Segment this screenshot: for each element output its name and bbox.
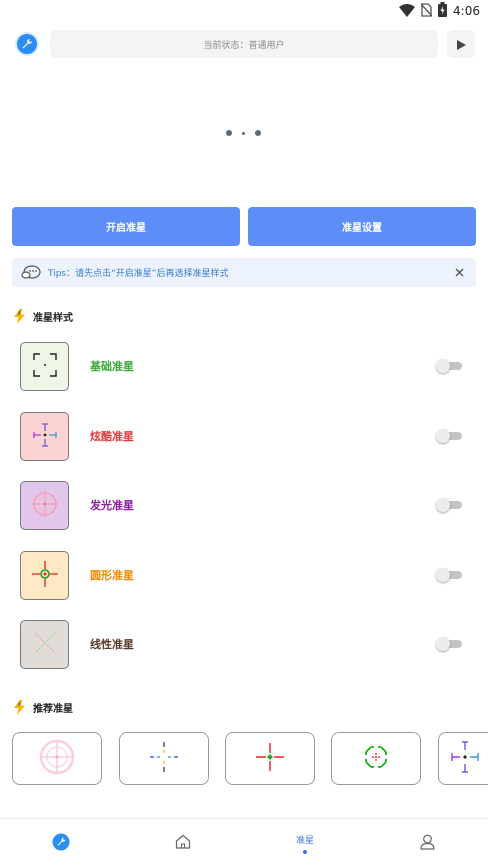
linear-crosshair-thumbnail <box>20 620 69 669</box>
chat-bubble-icon <box>20 264 42 282</box>
play-icon <box>456 35 466 54</box>
nav-crosshair-label: 准星 <box>295 836 314 846</box>
carousel-dot[interactable] <box>226 130 232 136</box>
glow-crosshair-thumbnail <box>20 481 69 530</box>
linear-crosshair-label: 线性准星 <box>90 638 134 651</box>
carousel-indicator <box>226 130 261 136</box>
open-crosshair-button[interactable]: 开启准星 <box>12 207 240 246</box>
list-item-basic-crosshair[interactable]: 基础准星 <box>0 342 488 394</box>
close-icon[interactable] <box>452 265 466 279</box>
recommend-card[interactable] <box>12 732 102 785</box>
recommend-card[interactable] <box>438 732 488 785</box>
bracket-crosshair-icon <box>32 352 58 382</box>
basic-crosshair-toggle[interactable] <box>436 359 462 373</box>
status-bar: 4:06 <box>0 0 488 22</box>
list-item-glow-crosshair[interactable]: 发光准星 <box>0 481 488 533</box>
bottom-nav: 准星 <box>0 818 488 867</box>
cool-crosshair-thumbnail <box>20 412 69 461</box>
tips-banner: Tips：请先点击“开启准星”后再选择准星样式 <box>12 258 476 287</box>
list-item-linear-crosshair[interactable]: 线性准星 <box>0 620 488 672</box>
styles-section-title: 准星样式 <box>13 308 73 324</box>
styles-section-label: 准星样式 <box>33 312 73 324</box>
tips-text: Tips：请先点击“开启准星”后再选择准星样式 <box>48 269 229 279</box>
recommend-card[interactable] <box>119 732 209 785</box>
recommend-section-title: 推荐准星 <box>13 699 73 715</box>
status-icons: 4:06 <box>399 1 480 21</box>
home-icon <box>175 834 191 853</box>
user-status-field: 当前状态：普通用户 <box>50 30 438 58</box>
wifi-icon <box>399 2 416 21</box>
x-line-crosshair-icon <box>32 630 58 660</box>
battery-icon <box>438 1 448 21</box>
basic-crosshair-label: 基础准星 <box>90 360 134 373</box>
cool-crosshair-toggle[interactable] <box>436 429 462 443</box>
nav-item-tools[interactable] <box>0 819 122 867</box>
nav-item-home[interactable] <box>122 819 244 867</box>
circle-crosshair-toggle[interactable] <box>436 568 462 582</box>
status-time: 4:06 <box>453 4 480 18</box>
carousel-dot[interactable] <box>242 131 245 135</box>
user-icon <box>419 834 435 854</box>
list-item-cool-crosshair[interactable]: 炫酷准星 <box>0 412 488 464</box>
cool-crosshair-label: 炫酷准星 <box>90 430 134 443</box>
nav-item-crosshair[interactable]: 准星 <box>244 819 366 867</box>
wrench-icon <box>52 833 70 855</box>
carousel-dot[interactable] <box>255 130 261 136</box>
circle-crosshair-thumbnail <box>20 551 69 600</box>
banner-carousel[interactable] <box>0 64 488 200</box>
toggle-knob <box>436 568 450 582</box>
basic-crosshair-thumbnail <box>20 342 69 391</box>
recommend-card[interactable] <box>331 732 421 785</box>
arrow-crosshair-icon <box>448 737 484 781</box>
circle-crosshair-label: 圆形准星 <box>90 569 134 582</box>
app-logo-button[interactable] <box>15 32 39 56</box>
glow-crosshair-label: 发光准星 <box>90 499 134 512</box>
toggle-knob <box>436 498 450 512</box>
recommend-card[interactable] <box>225 732 315 785</box>
dot-circle-crosshair-icon <box>31 560 59 592</box>
toggle-knob <box>436 429 450 443</box>
glow-crosshair-toggle[interactable] <box>436 498 462 512</box>
no-sim-icon <box>420 2 433 21</box>
user-status-text: 当前状态：普通用户 <box>203 40 285 51</box>
active-indicator-dot <box>303 850 307 854</box>
recommend-section-label: 推荐准星 <box>33 703 73 715</box>
octagon-crosshair-icon <box>356 737 396 781</box>
play-button[interactable] <box>447 30 475 58</box>
linear-crosshair-toggle[interactable] <box>436 637 462 651</box>
toggle-knob <box>436 637 450 651</box>
wrench-icon <box>21 35 33 54</box>
glow-circle-crosshair-icon <box>37 737 77 781</box>
lightning-icon <box>13 699 25 715</box>
dash-crosshair-icon <box>144 737 184 781</box>
lightning-icon <box>13 308 25 324</box>
header: 当前状态：普通用户 <box>0 28 488 60</box>
star-crosshair-icon <box>250 737 290 781</box>
nav-item-profile[interactable] <box>366 819 488 867</box>
list-item-circle-crosshair[interactable]: 圆形准星 <box>0 551 488 603</box>
glow-circle-crosshair-icon <box>31 490 59 522</box>
arrow-crosshair-icon <box>32 422 58 452</box>
crosshair-settings-button[interactable]: 准星设置 <box>248 207 476 246</box>
toggle-knob <box>436 359 450 373</box>
